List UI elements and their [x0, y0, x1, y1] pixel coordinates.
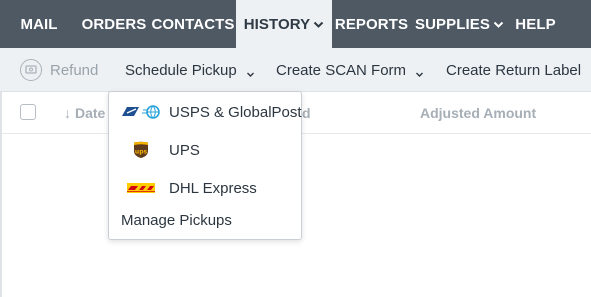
schedule-pickup-dropdown: USPS & GlobalPost ups UPS DHL Express Ma… — [108, 91, 302, 240]
top-navigation: MAIL ORDERS CONTACTS HISTORY REPORTS SUP… — [0, 0, 591, 48]
sort-arrow-icon: ↓ — [64, 105, 71, 121]
nav-item-help[interactable]: HELP — [508, 0, 563, 48]
panel-left-border — [0, 92, 2, 297]
schedule-pickup-label: Schedule Pickup — [125, 61, 237, 79]
chevron-down-icon — [493, 19, 504, 30]
nav-item-mail[interactable]: MAIL — [0, 0, 78, 48]
nav-label: ORDERS — [81, 15, 147, 33]
dropdown-item-usps-globalpost[interactable]: USPS & GlobalPost — [109, 93, 302, 131]
manage-pickups-link[interactable]: Manage Pickups — [121, 212, 232, 229]
column-header-partial[interactable]: d — [302, 92, 311, 134]
nav-label: HELP — [515, 15, 556, 33]
dropdown-item-label: UPS — [169, 141, 200, 159]
column-label-fragment: d — [302, 105, 311, 121]
dropdown-item-label: USPS & GlobalPost — [169, 103, 302, 121]
create-return-label-text: Create Return Label — [446, 61, 582, 79]
dropdown-item-ups[interactable]: ups UPS — [109, 131, 301, 169]
nav-item-orders[interactable]: ORDERS — [78, 0, 150, 48]
nav-item-reports[interactable]: REPORTS — [332, 0, 411, 48]
nav-item-contacts[interactable]: CONTACTS — [150, 0, 236, 48]
svg-text:ups: ups — [135, 149, 148, 156]
ups-logo-icon: ups — [133, 141, 149, 159]
chevron-down-icon — [246, 66, 255, 77]
nav-label: REPORTS — [334, 15, 409, 33]
column-label: Date — [75, 105, 106, 121]
dropdown-item-dhl-express[interactable]: DHL Express — [109, 169, 301, 207]
refund-label: Refund — [50, 61, 99, 79]
nav-label: CONTACTS — [151, 15, 235, 33]
chevron-down-icon — [313, 19, 324, 30]
nav-label: HISTORY — [243, 15, 311, 33]
create-scan-form-label: Create SCAN Form — [276, 61, 407, 79]
refund-icon — [20, 59, 42, 81]
column-label: Adjusted Amount — [420, 105, 537, 121]
select-all-checkbox[interactable] — [20, 104, 36, 120]
action-toolbar: Refund Schedule Pickup Create SCAN Form … — [0, 48, 591, 92]
create-scan-form-button[interactable]: Create SCAN Form — [276, 48, 424, 92]
nav-item-history[interactable]: HISTORY — [236, 0, 332, 48]
dropdown-item-label: DHL Express — [169, 179, 257, 197]
schedule-pickup-button[interactable]: Schedule Pickup — [125, 48, 255, 92]
create-return-label-button[interactable]: Create Return Label — [446, 48, 581, 92]
nav-item-supplies[interactable]: SUPPLIES — [411, 0, 508, 48]
chevron-down-icon — [415, 66, 424, 77]
column-header-adjusted-amount[interactable]: Adjusted Amount — [420, 92, 536, 134]
usps-globalpost-icon — [121, 104, 161, 120]
refund-button[interactable]: Refund — [20, 48, 98, 92]
nav-label: MAIL — [20, 15, 58, 33]
nav-label: SUPPLIES — [415, 15, 490, 33]
column-header-date[interactable]: ↓ Date — [64, 92, 105, 134]
dhl-logo-icon — [127, 183, 155, 193]
